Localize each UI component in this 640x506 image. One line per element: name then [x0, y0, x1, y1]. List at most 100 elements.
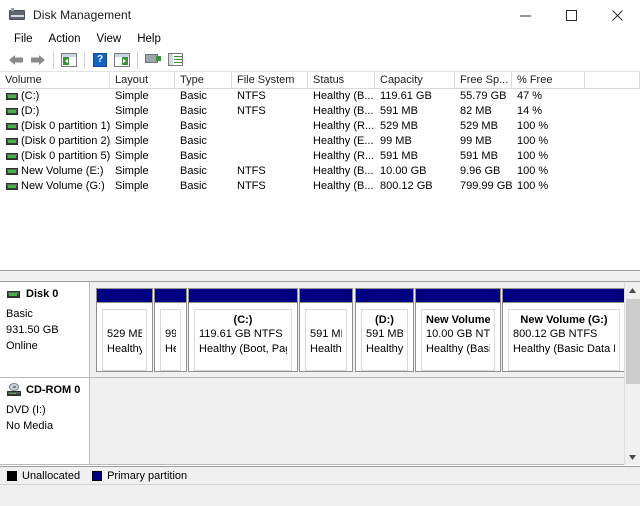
- show-hide-action-pane-button[interactable]: [111, 49, 133, 71]
- table-row[interactable]: New Volume (E:) Simple Basic NTFS Healthy (B…: [0, 164, 640, 179]
- partition-block[interactable]: 591 MB Healthy (I: [299, 288, 353, 372]
- cell-free: 591 MB: [460, 150, 498, 162]
- help-button[interactable]: ?: [89, 49, 111, 71]
- cell-layout: Simple: [115, 150, 149, 162]
- cell-type: Basic: [180, 180, 207, 192]
- maximize-button[interactable]: [548, 0, 594, 30]
- cell-capacity: 99 MB: [380, 135, 412, 147]
- partition-status: Healthy (Boot, Page: [199, 343, 287, 355]
- partition-block[interactable]: 529 MB Healthy (I: [96, 288, 153, 372]
- cell-layout: Simple: [115, 135, 149, 147]
- back-button[interactable]: [5, 49, 27, 71]
- cell-status: Healthy (R...: [313, 150, 375, 162]
- cell-layout: Simple: [115, 90, 149, 102]
- table-row[interactable]: (C:) Simple Basic NTFS Healthy (B... 119.61 G…: [0, 89, 640, 104]
- legend-swatch: [7, 470, 17, 481]
- disk-view-scrollbar[interactable]: [624, 282, 640, 465]
- partition-block[interactable]: 99 ME Healtr: [154, 288, 187, 372]
- disk-info-panel[interactable]: CD-ROM 0 DVD (I:) No Media: [0, 378, 90, 464]
- cell-type: Basic: [180, 105, 207, 117]
- menu-item-view[interactable]: View: [91, 32, 130, 46]
- cell-status: Healthy (B...: [313, 105, 374, 117]
- show-hide-console-tree-button[interactable]: [58, 49, 80, 71]
- table-row[interactable]: New Volume (G:) Simple Basic NTFS Healthy (B…: [0, 179, 640, 194]
- cell-capacity: 591 MB: [380, 150, 418, 162]
- scroll-up-arrow-icon[interactable]: [625, 282, 640, 298]
- cell-type: Basic: [180, 120, 207, 132]
- cell-status: Healthy (B...: [313, 165, 374, 177]
- volume-list-pane[interactable]: Volume Layout Type File System Status Capacit…: [0, 72, 640, 270]
- partition-name: [310, 313, 342, 327]
- pane-splitter[interactable]: [0, 270, 640, 282]
- status-bar: [0, 484, 640, 506]
- toolbar-separator-2: [84, 50, 85, 69]
- table-row[interactable]: (Disk 0 partition 1) Simple Basic Healthy (…: [0, 119, 640, 134]
- cell-filesystem: [237, 149, 308, 164]
- column-header-type[interactable]: Type: [175, 72, 232, 88]
- cell-percent_free: 100 %: [517, 135, 549, 147]
- disk-graphical-view: Disk 0 Basic 931.50 GB Online 529 MB Healthy …: [0, 282, 640, 465]
- partition-status: Healthy (Basic Data Partit: [513, 343, 615, 355]
- column-header-file-system[interactable]: File System: [232, 72, 308, 88]
- cell-filesystem: NTFS: [237, 90, 266, 102]
- partition-block[interactable]: (C:) 119.61 GB NTFS Healthy (Boot, Page: [188, 288, 298, 372]
- table-row[interactable]: (D:) Simple Basic NTFS Healthy (B... 591 MB 82…: [0, 104, 640, 119]
- cdrom-icon: [7, 383, 22, 397]
- table-row[interactable]: (Disk 0 partition 5) Simple Basic Healthy (…: [0, 149, 640, 164]
- cell-status: Healthy (B...: [313, 180, 374, 192]
- cell-volume: New Volume (E:): [21, 165, 104, 177]
- help-question-icon: ?: [93, 52, 107, 67]
- legend-label: Unallocated: [22, 469, 81, 482]
- column-header-free-sp[interactable]: Free Sp...: [455, 72, 512, 88]
- partition-status: Healtr: [165, 343, 176, 355]
- column-header-volume[interactable]: Volume: [0, 72, 110, 88]
- partition-body: 591 MB Healthy (I: [300, 303, 352, 371]
- partition-body: (C:) 119.61 GB NTFS Healthy (Boot, Page: [189, 303, 297, 371]
- legend-label: Primary partition: [107, 469, 188, 482]
- partition-block[interactable]: New Volume (10.00 GB NTFS Healthy (Basic …: [415, 288, 501, 372]
- cell-filesystem: NTFS: [237, 180, 266, 192]
- menu-item-help[interactable]: Help: [131, 32, 169, 46]
- action-pane-icon: [114, 52, 130, 67]
- partition-body: 529 MB Healthy (I: [97, 303, 152, 371]
- rescan-disks-button[interactable]: [164, 49, 186, 71]
- partition-color-bar: [155, 289, 186, 303]
- disk-row-cd-rom-0[interactable]: CD-ROM 0 DVD (I:) No Media: [0, 378, 624, 465]
- partition-body: New Volume (G:) 800.12 GB NTFS Healthy (Ba…: [503, 303, 625, 371]
- cell-free: 82 MB: [460, 105, 492, 117]
- forward-arrow-icon: [30, 54, 46, 66]
- minimize-button[interactable]: [502, 0, 548, 30]
- window-controls: [502, 0, 640, 30]
- menu-item-action[interactable]: Action: [43, 32, 89, 46]
- column-header-free[interactable]: % Free: [512, 72, 585, 88]
- column-header-blank[interactable]: [585, 72, 640, 88]
- partition-color-bar: [300, 289, 352, 303]
- cell-capacity: 119.61 GB: [380, 90, 432, 102]
- partition-inner: (C:) 119.61 GB NTFS Healthy (Boot, Page: [194, 309, 292, 371]
- partition-size: 10.00 GB NTFS: [426, 328, 490, 340]
- cell-percent_free: 100 %: [517, 150, 549, 162]
- column-header-status[interactable]: Status: [308, 72, 375, 88]
- column-header-capacity[interactable]: Capacity: [375, 72, 455, 88]
- menu-item-file[interactable]: File: [8, 32, 41, 46]
- forward-button[interactable]: [27, 49, 49, 71]
- back-arrow-icon: [8, 54, 24, 66]
- partition-block[interactable]: New Volume (G:) 800.12 GB NTFS Healthy (Ba…: [502, 288, 626, 372]
- scrollbar-thumb[interactable]: [626, 299, 640, 384]
- table-row[interactable]: (Disk 0 partition 2) Simple Basic Healthy (…: [0, 134, 640, 149]
- partition-legend: Unallocated Primary partition: [0, 466, 640, 484]
- hard-disk-icon: [7, 291, 20, 298]
- disk-info-panel[interactable]: Disk 0 Basic 931.50 GB Online: [0, 282, 90, 377]
- partition-block[interactable]: (D:) 591 MB N Healthy (I: [355, 288, 414, 372]
- close-button[interactable]: [594, 0, 640, 30]
- properties-button[interactable]: [142, 49, 164, 71]
- scroll-down-arrow-icon[interactable]: [625, 449, 640, 465]
- cell-volume: (C:): [21, 90, 40, 102]
- cell-type: Basic: [180, 150, 207, 162]
- column-header-layout[interactable]: Layout: [110, 72, 175, 88]
- partition-inner: 591 MB Healthy (I: [305, 309, 347, 371]
- disk-row-disk-0[interactable]: Disk 0 Basic 931.50 GB Online 529 MB Healthy …: [0, 282, 626, 378]
- partition-inner: (D:) 591 MB N Healthy (I: [361, 309, 408, 371]
- disk-type: DVD (I:): [6, 404, 46, 416]
- volume-icon: [6, 138, 18, 145]
